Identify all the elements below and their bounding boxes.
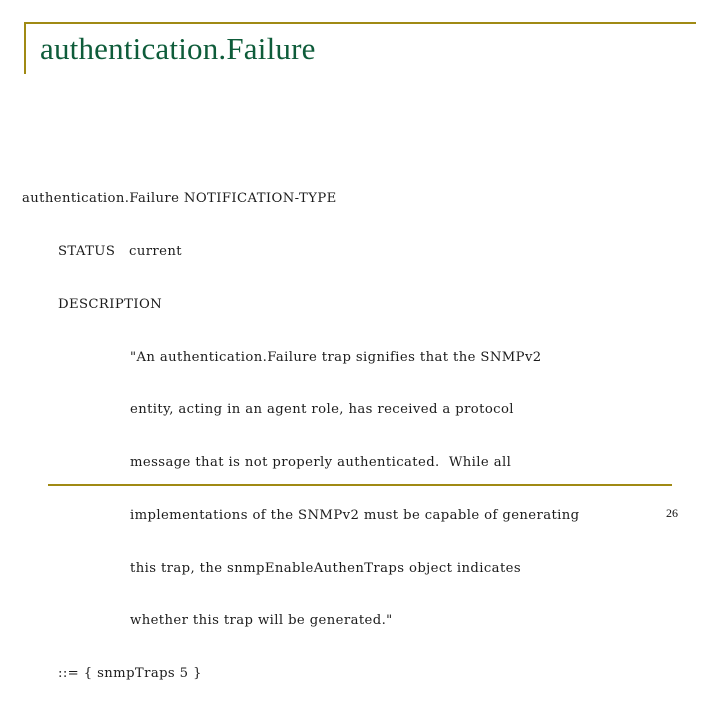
page-title: authentication.Failure: [40, 31, 316, 66]
mib-line: entity, acting in an agent role, has rec…: [130, 402, 514, 418]
title-rule-horizontal: [24, 22, 696, 24]
title-rule-vertical: [24, 22, 26, 74]
mib-line: authentication.Failure NOTIFICATION-TYPE: [22, 191, 337, 207]
mib-line: "An authentication.Failure trap signifie…: [130, 349, 542, 365]
mib-definition-block: authentication.Failure NOTIFICATION-TYPE…: [22, 155, 702, 718]
mib-line: whether this trap will be generated.": [130, 613, 393, 629]
mib-line: STATUS current: [58, 243, 182, 259]
mib-line: ::= { snmpTraps 5 }: [58, 666, 202, 682]
mib-line: implementations of the SNMPv2 must be ca…: [130, 507, 580, 523]
page-number: 26: [666, 506, 678, 520]
slide: authentication.Failure authentication.Fa…: [0, 0, 720, 681]
footer-rule: [48, 484, 672, 486]
mib-line: DESCRIPTION: [58, 296, 163, 312]
mib-line: this trap, the snmpEnableAuthenTraps obj…: [130, 560, 522, 576]
mib-line: message that is not properly authenticat…: [130, 455, 512, 471]
